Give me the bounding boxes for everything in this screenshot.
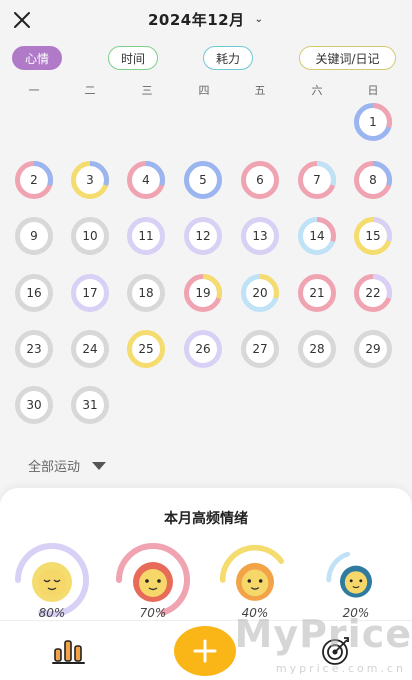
calendar-day-6[interactable]: 6: [240, 160, 280, 200]
calendar-day-7[interactable]: 7: [297, 160, 337, 200]
day-number: 6: [256, 173, 264, 187]
day-number: 9: [30, 229, 38, 243]
calendar-day-9[interactable]: 9: [14, 216, 54, 256]
weekday-header: 一 二 三 四 五 六 日: [0, 82, 412, 97]
day-number: 7: [313, 173, 321, 187]
calendar-day-17[interactable]: 17: [70, 273, 110, 313]
day-number: 5: [199, 173, 207, 187]
stats-bar-chart-icon[interactable]: [52, 635, 86, 665]
day-number: 29: [365, 342, 381, 356]
weekday-tue: 二: [84, 84, 96, 97]
weekday-wed: 三: [141, 84, 153, 97]
calendar-day-10[interactable]: 10: [70, 216, 110, 256]
calendar-day-30[interactable]: 30: [14, 385, 54, 425]
sport-filter-label: 全部运动: [28, 460, 81, 475]
day-number: 31: [82, 398, 98, 412]
calendar-day-3[interactable]: 3: [70, 160, 110, 200]
calendar-day-31[interactable]: 31: [70, 385, 110, 425]
day-number: 21: [309, 286, 325, 300]
top-bar: 2024年12月 ⌄: [0, 0, 412, 40]
day-number: 13: [252, 229, 268, 243]
day-number: 3: [86, 173, 94, 187]
day-number: 30: [26, 398, 42, 412]
calendar-day-18[interactable]: 18: [126, 273, 166, 313]
weekday-mon: 一: [28, 84, 40, 97]
day-number: 25: [138, 342, 154, 356]
calendar-day-22[interactable]: 22: [353, 273, 393, 313]
day-number: 18: [138, 286, 154, 300]
day-number: 23: [26, 342, 42, 356]
panel-title: 本月高频情绪: [164, 511, 248, 527]
sport-filter-dropdown[interactable]: 全部运动: [28, 456, 107, 475]
calendar-day-1[interactable]: 1: [353, 102, 393, 142]
calendar-day-5[interactable]: 5: [183, 160, 223, 200]
close-icon[interactable]: [10, 8, 34, 32]
plus-icon: [193, 639, 217, 663]
month-selector[interactable]: 2024年12月 ⌄: [148, 9, 264, 30]
filter-time[interactable]: 时间: [108, 46, 158, 70]
emotion-item[interactable]: [324, 548, 388, 612]
day-number: 8: [369, 173, 377, 187]
calendar-day-12[interactable]: 12: [183, 216, 223, 256]
calendar-day-16[interactable]: 16: [14, 273, 54, 313]
add-entry-button[interactable]: [174, 626, 236, 676]
day-number: 19: [195, 286, 211, 300]
filter-energy[interactable]: 耗力: [203, 46, 253, 70]
day-number: 20: [252, 286, 268, 300]
day-number: 14: [309, 229, 325, 243]
day-number: 2: [30, 173, 38, 187]
emotion-face-icon: [326, 550, 386, 610]
watermark: MyPrice: [234, 612, 412, 656]
weekday-thu: 四: [198, 84, 210, 97]
calendar-day-8[interactable]: 8: [353, 160, 393, 200]
day-number: 27: [252, 342, 268, 356]
weekday-fri: 五: [254, 84, 266, 97]
calendar-day-23[interactable]: 23: [14, 329, 54, 369]
mood-calendar-screen: 2024年12月 ⌄ 心情 时间 耗力 关键词/日记 一 二 三 四 五 六 日…: [0, 0, 412, 680]
day-number: 16: [26, 286, 42, 300]
weekday-sat: 六: [311, 84, 323, 97]
calendar-day-27[interactable]: 27: [240, 329, 280, 369]
day-number: 26: [195, 342, 211, 356]
weekday-sun: 日: [367, 84, 379, 97]
filter-tabs: 心情 时间 耗力 关键词/日记: [0, 46, 412, 70]
day-number: 24: [82, 342, 98, 356]
filter-mood[interactable]: 心情: [12, 46, 62, 70]
calendar-day-13[interactable]: 13: [240, 216, 280, 256]
calendar-day-14[interactable]: 14: [297, 216, 337, 256]
day-number: 22: [365, 286, 381, 300]
calendar-day-4[interactable]: 4: [126, 160, 166, 200]
day-number: 12: [195, 229, 211, 243]
day-number: 4: [142, 173, 150, 187]
day-number: 15: [365, 229, 381, 243]
chevron-down-icon: ⌄: [254, 14, 264, 25]
day-number: 11: [138, 229, 154, 243]
watermark-url: myprice.com.cn: [275, 662, 406, 675]
day-number: 1: [369, 115, 377, 129]
day-number: 28: [309, 342, 325, 356]
calendar-day-11[interactable]: 11: [126, 216, 166, 256]
calendar-day-26[interactable]: 26: [183, 329, 223, 369]
caret-down-icon: [92, 461, 107, 470]
calendar-day-20[interactable]: 20: [240, 273, 280, 313]
calendar-day-29[interactable]: 29: [353, 329, 393, 369]
filter-keyword-diary[interactable]: 关键词/日记: [299, 46, 396, 70]
emotion-percentage: 80%: [38, 606, 66, 620]
calendar-day-25[interactable]: 25: [126, 329, 166, 369]
month-label: 2024年12月: [148, 11, 245, 29]
calendar-day-24[interactable]: 24: [70, 329, 110, 369]
calendar-day-21[interactable]: 21: [297, 273, 337, 313]
calendar-day-15[interactable]: 15: [353, 216, 393, 256]
calendar-day-28[interactable]: 28: [297, 329, 337, 369]
day-number: 17: [82, 286, 98, 300]
day-number: 10: [82, 229, 98, 243]
calendar-day-2[interactable]: 2: [14, 160, 54, 200]
calendar-day-19[interactable]: 19: [183, 273, 223, 313]
emotion-percentage: 70%: [139, 606, 167, 620]
